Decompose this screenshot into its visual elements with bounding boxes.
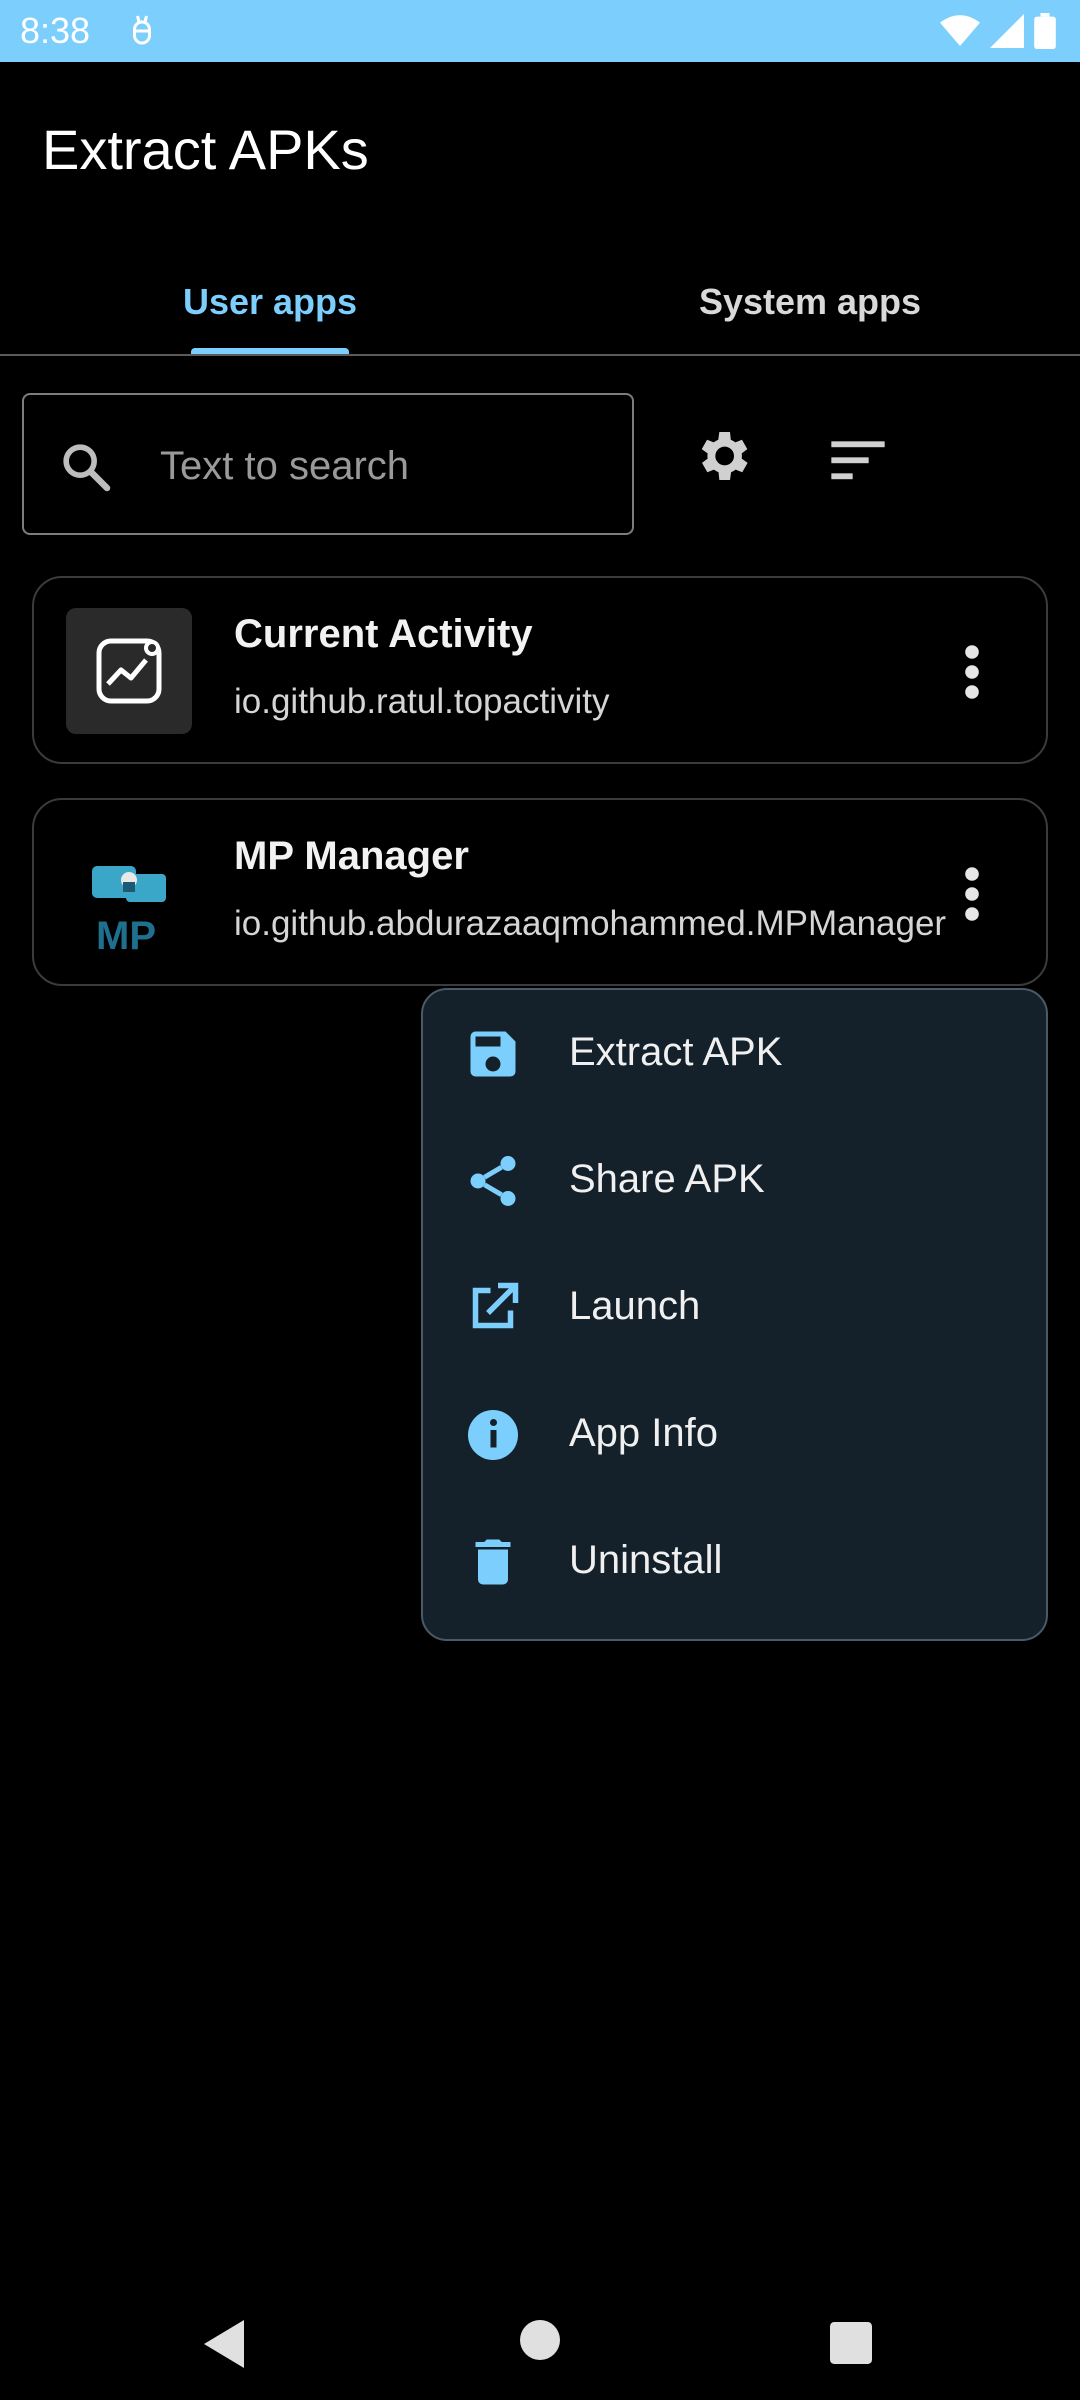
trash-icon <box>475 1539 511 1585</box>
sort-icon[interactable] <box>826 428 890 492</box>
debug-icon <box>133 15 151 45</box>
menu-item-extract-apk[interactable]: Extract APK <box>423 990 1046 1117</box>
tab-label: User apps <box>182 281 358 322</box>
home-icon[interactable] <box>520 2320 560 2360</box>
tab-label: System apps <box>698 281 922 322</box>
app-name: MP Manager <box>234 834 469 878</box>
app-card-current-activity[interactable]: Current Activity io.github.ratul.topacti… <box>32 576 1048 764</box>
menu-item-uninstall[interactable]: Uninstall <box>423 1498 1046 1625</box>
search-box[interactable] <box>22 393 634 535</box>
back-icon[interactable] <box>200 2318 248 2370</box>
status-time: 8:38 <box>20 10 91 51</box>
tab-bar: User apps System apps <box>0 250 1080 356</box>
status-bar: 8:38 <box>0 0 1080 62</box>
open-external-icon <box>472 1282 519 1329</box>
more-vert-icon[interactable] <box>952 866 992 922</box>
wifi-icon <box>940 15 980 46</box>
menu-item-label: Share APK <box>569 1157 765 1201</box>
status-icons <box>940 12 1056 50</box>
info-icon <box>468 1410 518 1460</box>
app-package: io.github.ratul.topactivity <box>234 682 610 721</box>
share-icon <box>470 1156 516 1206</box>
app-card-mp-manager[interactable]: MP MP Manager io.github.abdurazaaqmohamm… <box>32 798 1048 986</box>
save-icon <box>470 1031 516 1077</box>
context-menu: Extract APK Share APK Launch App Info Un… <box>421 988 1048 1641</box>
app-icon-text: MP <box>96 914 156 958</box>
more-vert-icon[interactable] <box>952 644 992 700</box>
navigation-bar <box>0 2280 1080 2400</box>
app-package: io.github.abdurazaaqmohammed.MPManager <box>234 904 947 943</box>
app-icon <box>66 608 192 734</box>
tabs-divider <box>0 354 1080 356</box>
battery-icon <box>1034 13 1056 49</box>
menu-item-label: Extract APK <box>569 1030 783 1074</box>
tab-user-apps[interactable]: User apps <box>0 250 540 354</box>
menu-item-label: App Info <box>569 1411 719 1455</box>
search-icon <box>63 444 111 492</box>
app-name: Current Activity <box>234 612 533 656</box>
activity-chart-icon <box>96 638 162 704</box>
menu-item-label: Uninstall <box>569 1538 723 1582</box>
menu-item-app-info[interactable]: App Info <box>423 1371 1046 1498</box>
tab-system-apps[interactable]: System apps <box>540 250 1080 354</box>
search-input[interactable] <box>158 425 612 507</box>
app-icon: MP <box>66 830 192 958</box>
menu-item-share-apk[interactable]: Share APK <box>423 1117 1046 1244</box>
page-title: Extract APKs <box>42 118 369 181</box>
menu-item-label: Launch <box>569 1284 701 1328</box>
menu-item-launch[interactable]: Launch <box>423 1244 1046 1371</box>
recent-apps-icon[interactable] <box>830 2322 872 2364</box>
gear-icon[interactable] <box>690 424 754 488</box>
cell-signal-icon <box>990 14 1024 48</box>
